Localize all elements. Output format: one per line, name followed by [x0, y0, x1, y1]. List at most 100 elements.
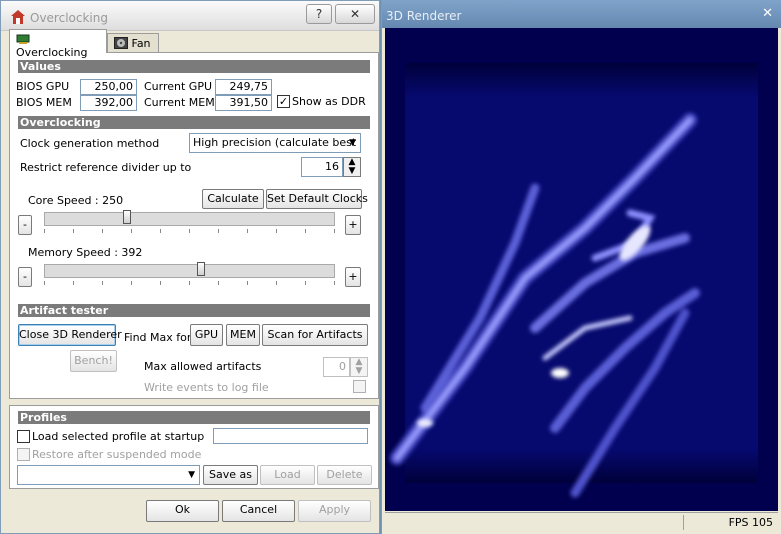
- tab-overclocking-label: Overclocking: [16, 46, 88, 59]
- memory-increase-button[interactable]: +: [345, 267, 361, 287]
- spinner-arrows-icon[interactable]: ▲ ▼: [343, 157, 361, 177]
- bios-mem-field[interactable]: 392,00: [80, 95, 137, 111]
- fps-counter: FPS 105: [728, 516, 773, 529]
- current-mem-field[interactable]: 391,50: [215, 95, 272, 111]
- delete-button[interactable]: Delete: [317, 465, 372, 485]
- gpu-button[interactable]: GPU: [190, 324, 223, 346]
- current-mem-label: Current MEM: [144, 96, 215, 109]
- slider-tick: [131, 281, 132, 285]
- current-gpu-label: Current GPU: [144, 80, 213, 93]
- mem-button[interactable]: MEM: [226, 324, 260, 346]
- renderer-window: 3D Renderer ✕ FPS 105: [381, 0, 781, 534]
- restrict-divider-field[interactable]: 16: [301, 157, 343, 177]
- clock-method-select[interactable]: High precision (calculate best di ▼: [189, 133, 361, 153]
- calculate-button[interactable]: Calculate: [202, 189, 264, 209]
- slider-tick: [73, 281, 74, 285]
- load-profile-startup-checkbox[interactable]: [17, 430, 30, 443]
- cancel-button[interactable]: Cancel: [222, 500, 295, 522]
- bios-mem-label: BIOS MEM: [16, 96, 72, 109]
- memory-speed-ticks: [44, 281, 335, 285]
- renderer-close-icon[interactable]: ✕: [762, 6, 773, 21]
- chevron-down-icon: ▼: [188, 470, 195, 480]
- slider-tick: [160, 281, 161, 285]
- chevron-down-icon: ▼: [349, 138, 356, 148]
- core-speed-slider-track[interactable]: [44, 212, 335, 226]
- memory-speed-slider-thumb[interactable]: [196, 262, 205, 276]
- artifacts-spinner-arrows-icon[interactable]: ▲ ▼: [350, 357, 368, 377]
- bench-button[interactable]: Bench!: [70, 350, 117, 372]
- renderer-status-bar: FPS 105: [385, 512, 778, 531]
- save-as-button[interactable]: Save as: [203, 465, 258, 485]
- profile-select[interactable]: ▼: [17, 465, 200, 485]
- restore-after-suspend-label: Restore after suspended mode: [32, 448, 202, 461]
- current-gpu-field[interactable]: 249,75: [215, 79, 272, 95]
- overclocking-window: Overclocking ? ✕ Overclocking Fan Values…: [0, 0, 380, 534]
- show-ddr-label: Show as DDR: [292, 95, 366, 108]
- slider-tick: [247, 281, 248, 285]
- slider-tick: [276, 229, 277, 233]
- slider-tick: [189, 281, 190, 285]
- slider-tick: [305, 229, 306, 233]
- slider-tick: [44, 229, 45, 233]
- bios-gpu-field[interactable]: 250,00: [80, 79, 137, 95]
- tab-overclocking[interactable]: Overclocking: [9, 29, 107, 59]
- core-speed-label: Core Speed : 250: [28, 194, 124, 207]
- max-allowed-artifacts-field[interactable]: 0: [323, 357, 350, 377]
- help-button[interactable]: ?: [306, 4, 332, 24]
- memory-decrease-button[interactable]: -: [18, 267, 32, 287]
- profiles-header: Profiles: [18, 411, 370, 424]
- core-decrease-button[interactable]: -: [18, 215, 32, 235]
- profiles-panel: Profiles Load selected profile at startu…: [9, 405, 379, 489]
- title-bar[interactable]: Overclocking ? ✕: [1, 1, 379, 31]
- clock-method-label: Clock generation method: [20, 137, 160, 150]
- renderer-title-bar[interactable]: 3D Renderer ✕: [382, 0, 781, 28]
- close-3d-renderer-button[interactable]: Close 3D Renderer: [18, 324, 122, 346]
- slider-tick: [160, 229, 161, 233]
- window-title: Overclocking: [30, 11, 108, 25]
- find-max-label: Find Max for: [124, 331, 192, 344]
- set-default-clocks-button[interactable]: Set Default Clocks: [266, 189, 368, 209]
- slider-tick: [276, 281, 277, 285]
- slider-tick: [131, 229, 132, 233]
- ok-button[interactable]: Ok: [146, 500, 219, 522]
- artifact-tester-header: Artifact tester: [18, 304, 370, 317]
- slider-tick: [334, 229, 335, 233]
- slider-tick: [73, 229, 74, 233]
- slider-tick: [218, 229, 219, 233]
- slider-tick: [44, 281, 45, 285]
- load-profile-startup-label: Load selected profile at startup: [32, 430, 205, 443]
- write-events-checkbox[interactable]: [353, 380, 366, 393]
- memory-speed-slider-track[interactable]: [44, 264, 335, 278]
- core-increase-button[interactable]: +: [345, 215, 361, 235]
- clock-method-value: High precision (calculate best di: [193, 136, 361, 149]
- slider-tick: [102, 281, 103, 285]
- restore-after-suspend-checkbox[interactable]: [17, 448, 30, 461]
- renderer-canvas: [385, 28, 778, 511]
- slider-tick: [305, 281, 306, 285]
- core-speed-ticks: [44, 229, 335, 233]
- overclocking-header: Overclocking: [18, 116, 370, 129]
- profile-name-field[interactable]: [213, 428, 368, 444]
- restrict-divider-label: Restrict reference divider up to: [20, 161, 192, 174]
- write-events-label: Write events to log file: [144, 381, 269, 394]
- render-output-image: [385, 28, 778, 511]
- fan-icon: [114, 37, 128, 49]
- slider-tick: [247, 229, 248, 233]
- close-button[interactable]: ✕: [335, 4, 375, 24]
- core-speed-slider-thumb[interactable]: [123, 210, 132, 224]
- load-button[interactable]: Load: [260, 465, 315, 485]
- app-icon: [11, 10, 25, 24]
- slider-tick: [189, 229, 190, 233]
- apply-button[interactable]: Apply: [298, 500, 371, 522]
- overclocking-panel: Values BIOS GPU 250,00 Current GPU 249,7…: [9, 52, 379, 399]
- tab-fan-label: Fan: [131, 37, 151, 50]
- memory-speed-label: Memory Speed : 392: [28, 246, 143, 259]
- renderer-title: 3D Renderer: [386, 9, 462, 23]
- slider-tick: [218, 281, 219, 285]
- scan-for-artifacts-button[interactable]: Scan for Artifacts: [262, 324, 368, 346]
- status-separator: [683, 515, 684, 530]
- bios-gpu-label: BIOS GPU: [16, 80, 70, 93]
- show-ddr-checkbox[interactable]: ✓: [277, 95, 290, 108]
- tab-fan[interactable]: Fan: [107, 33, 159, 53]
- slider-tick: [334, 281, 335, 285]
